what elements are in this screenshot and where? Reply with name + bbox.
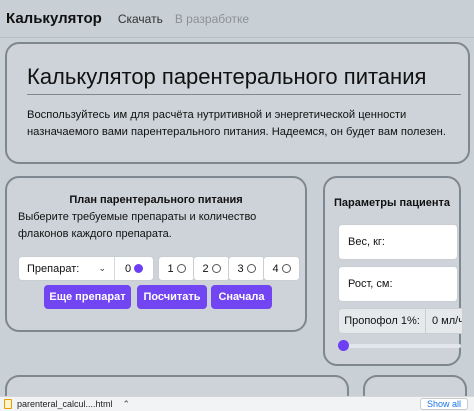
- plan-description: Выберите требуемые препараты и количеств…: [18, 211, 257, 240]
- drug-select-label: Препарат:: [27, 262, 80, 275]
- nav-link-in-development: В разработке: [174, 11, 250, 26]
- add-drug-button[interactable]: Еще препарат: [44, 285, 131, 309]
- vial-option-0[interactable]: 0: [115, 257, 153, 280]
- propofol-label: Пропофол 1%:: [338, 308, 426, 334]
- propofol-slider-thumb[interactable]: [338, 340, 349, 351]
- drug-select[interactable]: Препарат: ⌄: [19, 257, 115, 280]
- vial-option-label: 4: [272, 262, 279, 275]
- navbar-brand[interactable]: Калькулятор: [6, 10, 102, 27]
- vial-option-label: 0: [124, 262, 132, 275]
- drug-select-group: Препарат: ⌄ 0: [18, 256, 154, 281]
- vial-option-4[interactable]: 4: [263, 256, 300, 281]
- weight-input[interactable]: Вес, кг:: [338, 224, 458, 260]
- show-all-button[interactable]: Show all: [419, 398, 468, 410]
- plan-card: План парентерального питания Выберите тр…: [5, 176, 307, 332]
- radio-icon[interactable]: [281, 264, 291, 273]
- navbar: Калькулятор Скачать В разработке: [0, 0, 474, 38]
- page-title: Калькулятор парентерального питания: [27, 64, 427, 89]
- radio-checked-icon[interactable]: [134, 264, 144, 273]
- nav-link-download[interactable]: Скачать: [118, 12, 163, 26]
- params-title: Параметры пациента: [333, 197, 451, 209]
- radio-icon[interactable]: [176, 264, 186, 273]
- chevron-down-icon: ⌄: [98, 263, 106, 273]
- vial-option-1[interactable]: 1: [158, 256, 195, 281]
- vial-option-3[interactable]: 3: [228, 256, 265, 281]
- calculate-button[interactable]: Посчитать: [137, 285, 207, 309]
- reset-button[interactable]: Сначала: [211, 285, 272, 309]
- radio-icon[interactable]: [211, 264, 221, 273]
- patient-params-card: Параметры пациента Вес, кг: Рост, см: Пр…: [323, 176, 463, 366]
- plan-title: План парентерального питания: [69, 194, 243, 206]
- propofol-value: 0 мл/ч: [426, 308, 463, 334]
- propofol-row: Пропофол 1%: 0 мл/ч: [338, 308, 463, 334]
- vial-option-label: 1: [167, 262, 174, 275]
- chevron-up-icon[interactable]: ⌃: [123, 399, 131, 410]
- vial-option-label: 2: [202, 262, 209, 275]
- file-icon: [4, 399, 12, 409]
- vial-option-label: 3: [237, 262, 244, 275]
- propofol-slider-track[interactable]: [340, 344, 461, 348]
- title-divider: [27, 94, 461, 95]
- intro-text: Воспользуйтесь им для расчёта нутритивно…: [27, 109, 446, 138]
- radio-icon[interactable]: [246, 264, 256, 273]
- vial-option-2[interactable]: 2: [193, 256, 230, 281]
- height-input[interactable]: Рост, см:: [338, 266, 458, 302]
- intro-card: Калькулятор парентерального питания Восп…: [5, 42, 470, 164]
- download-bar: parenteral_calcul....html ⌃ Show all: [0, 396, 474, 411]
- download-file-name[interactable]: parenteral_calcul....html: [17, 399, 113, 409]
